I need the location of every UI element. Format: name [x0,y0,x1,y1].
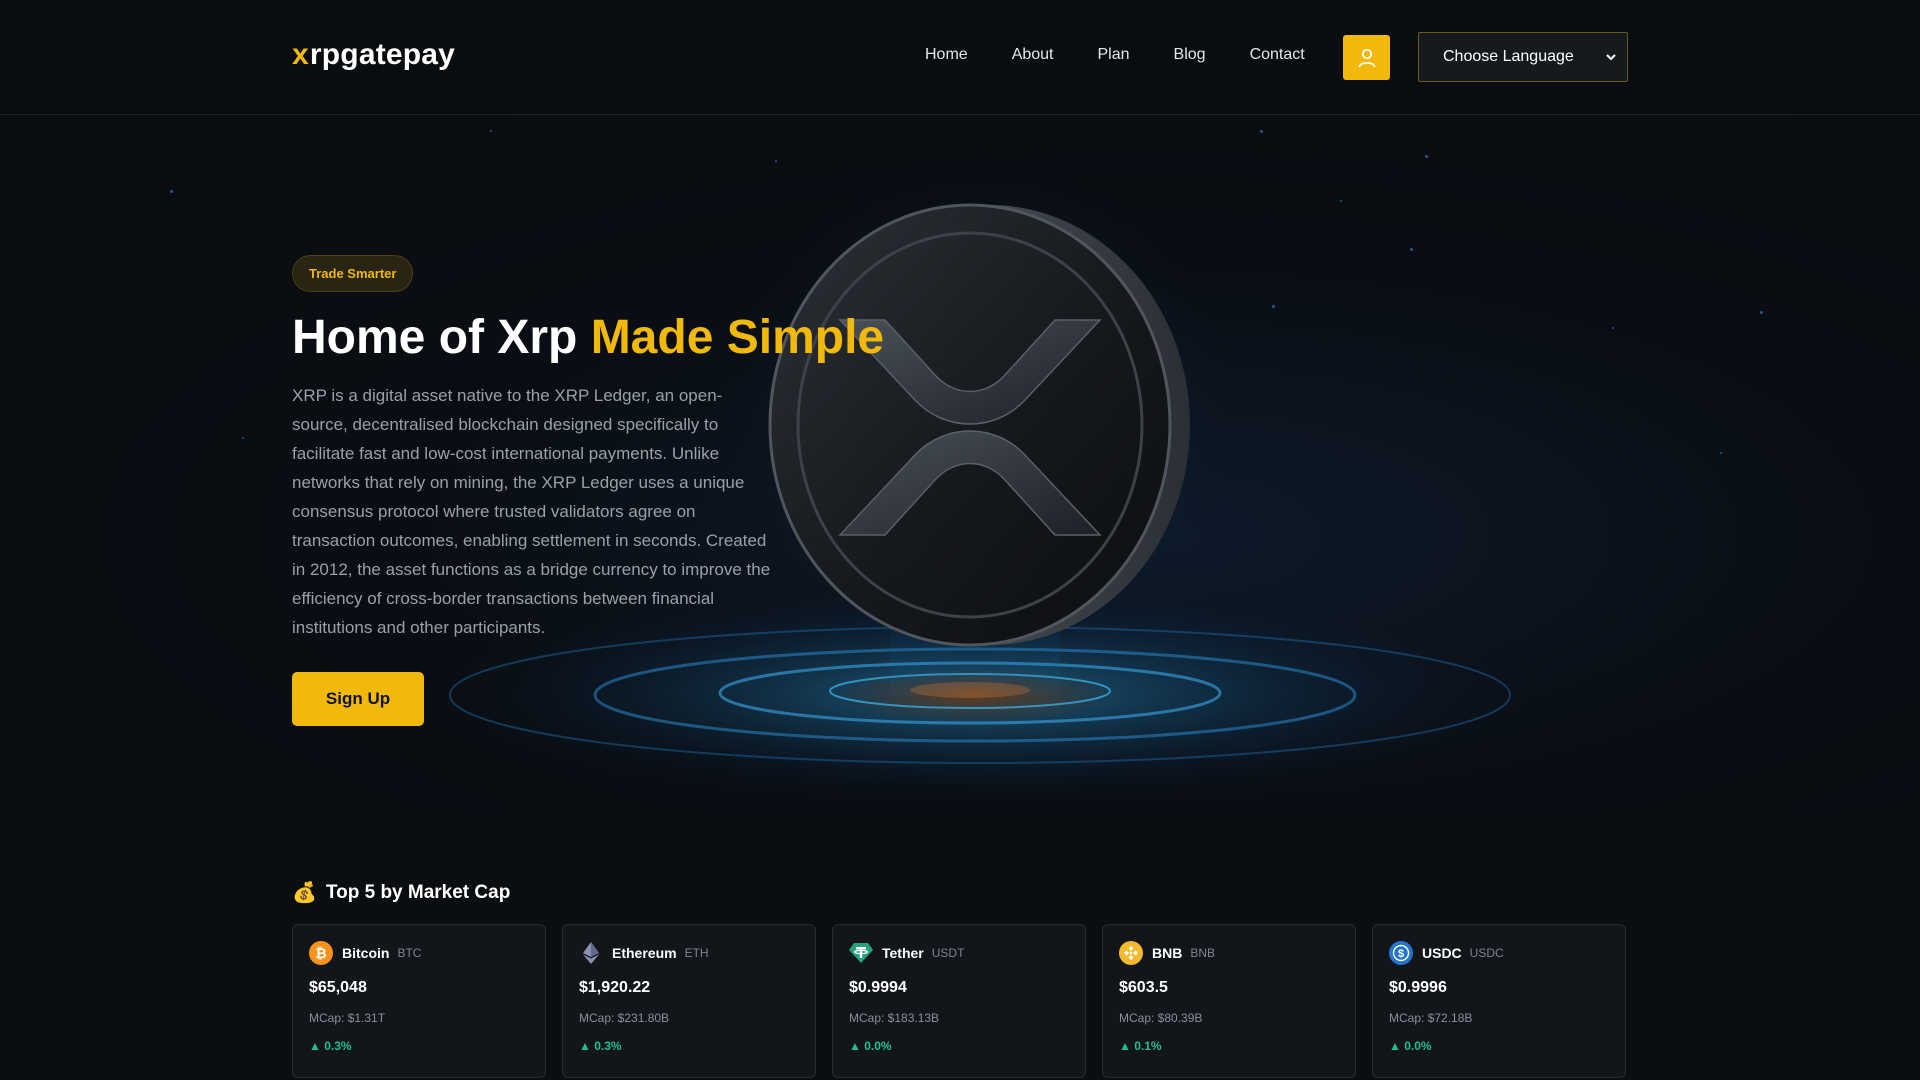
coin-change: ▲ 0.3% [309,1039,352,1053]
coin-card-ethereum[interactable]: Ethereum ETH $1,920.22 MCap: $231.80B ▲ … [562,924,816,1078]
star-dot [1720,452,1722,454]
coin-card-bitcoin[interactable]: ₿ Bitcoin BTC $65,048 MCap: $1.31T ▲ 0.3… [292,924,546,1078]
chevron-down-icon [1606,54,1616,61]
coin-market-cap: MCap: $231.80B [579,1011,670,1025]
main-nav: Home About Plan Blog Contact [925,46,1349,64]
star-dot [170,190,173,193]
market-cap-cards: ₿ Bitcoin BTC $65,048 MCap: $1.31T ▲ 0.3… [292,924,1626,1078]
hero-section: Trade Smarter Home of Xrp Made Simple XR… [0,115,1920,815]
nav-plan[interactable]: Plan [1098,46,1130,64]
logo-mark: x [292,38,309,71]
coin-name: Bitcoin [342,945,390,961]
logo-text: rpgatepay [309,38,456,71]
coin-change: ▲ 0.3% [579,1039,622,1053]
star-dot [490,130,492,132]
account-button[interactable] [1343,35,1390,80]
nav-contact[interactable]: Contact [1250,46,1305,64]
star-dot [1260,130,1263,133]
sign-up-button[interactable]: Sign Up [292,672,424,726]
language-select-value: Choose Language [1443,48,1574,65]
coin-market-cap: MCap: $80.39B [1119,1011,1203,1025]
nav-blog[interactable]: Blog [1174,46,1206,64]
user-icon [1358,48,1375,67]
coin-name: BNB [1152,945,1183,961]
tether-icon [849,941,873,965]
coin-card-usdc[interactable]: $ USDC USDC $0.9996 MCap: $72.18B ▲ 0.0% [1372,924,1626,1078]
coin-name: USDC [1422,945,1462,961]
coin-symbol: ETH [684,946,709,960]
coin-market-cap: MCap: $183.13B [849,1011,940,1025]
svg-text:$: $ [1398,948,1404,960]
coin-price: $0.9994 [849,979,907,996]
coin-price: $603.5 [1119,979,1168,996]
hero-title-accent: Made Simple [590,311,885,364]
coin-card-bnb[interactable]: BNB BNB $603.5 MCap: $80.39B ▲ 0.1% [1102,924,1356,1078]
market-title-text: Top 5 by Market Cap [325,881,511,903]
nav-about[interactable]: About [1012,46,1054,64]
coin-change: ▲ 0.1% [1119,1039,1162,1053]
coin-name: Ethereum [612,945,677,961]
logo[interactable]: x rpgatepay [292,38,455,72]
hero-title-main: Home of Xrp [292,311,591,364]
coin-symbol: USDT [931,946,965,960]
coin-symbol: USDC [1469,946,1504,960]
coin-price: $1,920.22 [579,979,651,996]
bitcoin-icon: ₿ [309,941,333,965]
money-bag-icon: 💰 [292,882,317,904]
hero-description: XRP is a digital asset native to the XRP… [292,386,771,637]
star-dot [1760,311,1763,314]
hero-badge: Trade Smarter [292,255,414,292]
coin-change: ▲ 0.0% [1389,1039,1432,1053]
coin-market-cap: MCap: $1.31T [309,1011,386,1025]
site-header: x rpgatepay Home About Plan Blog Contact … [0,0,1920,115]
coin-symbol: BNB [1190,946,1216,960]
market-section-title: 💰 Top 5 by Market Cap [292,880,510,905]
nav-home[interactable]: Home [925,46,968,64]
coin-price: $65,048 [309,979,367,996]
ethereum-icon [579,941,603,965]
star-dot [242,437,244,439]
bnb-icon [1119,941,1143,965]
coin-card-tether[interactable]: Tether USDT $0.9994 MCap: $183.13B ▲ 0.0… [832,924,1086,1078]
coin-price: $0.9996 [1389,979,1447,996]
coin-symbol: BTC [397,946,422,960]
coin-name: Tether [882,945,924,961]
usdc-icon: $ [1389,941,1413,965]
coin-market-cap: MCap: $72.18B [1389,1011,1473,1025]
hero-title: Home of Xrp Made Simple [292,310,884,365]
language-select[interactable]: Choose Language [1418,32,1628,82]
coin-change: ▲ 0.0% [849,1039,892,1053]
